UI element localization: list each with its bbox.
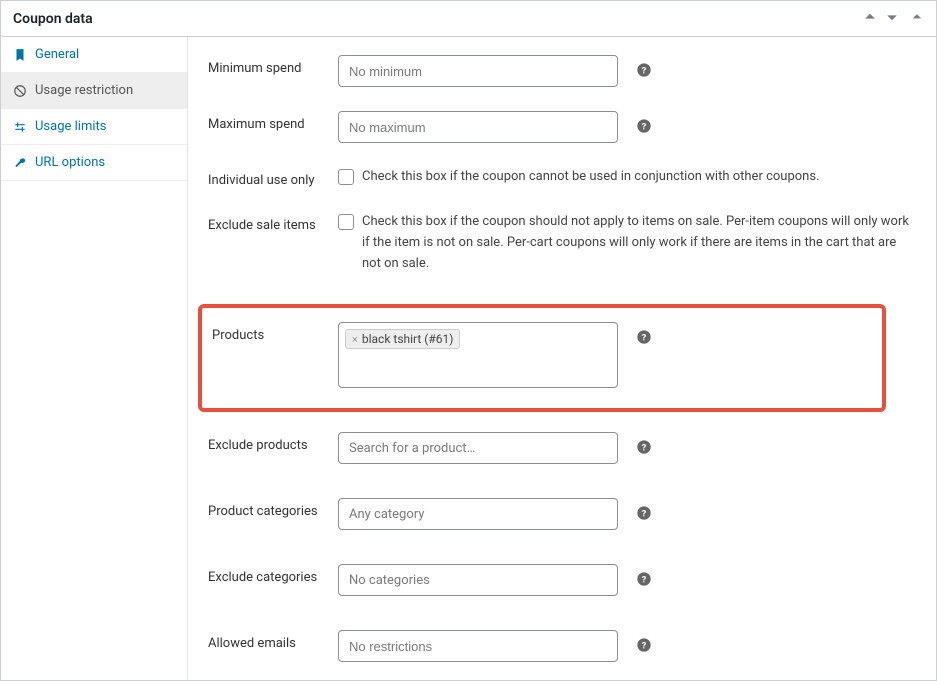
sliders-icon	[13, 120, 27, 134]
help-icon[interactable]: ?	[636, 637, 652, 653]
coupon-data-panel: Coupon data General	[0, 0, 937, 681]
bookmark-icon	[13, 48, 27, 62]
field-exclude-categories: Exclude categories No categories ?	[208, 564, 916, 596]
label-products: Products	[208, 322, 338, 343]
exclude-sale-description: Check this box if the coupon should not …	[362, 212, 916, 274]
move-up-icon[interactable]	[862, 9, 878, 29]
individual-use-description: Check this box if the coupon cannot be u…	[362, 167, 820, 188]
field-product-categories: Product categories Any category ?	[208, 498, 916, 530]
product-categories-placeholder: Any category	[349, 507, 424, 522]
sidebar-label: URL options	[35, 155, 105, 170]
label-individual-use: Individual use only	[208, 167, 338, 188]
sidebar: General Usage restriction Usage limits	[1, 37, 188, 680]
help-icon[interactable]: ?	[636, 505, 652, 521]
allowed-emails-input[interactable]	[338, 630, 618, 662]
sidebar-label: Usage restriction	[35, 83, 133, 98]
content: Minimum spend ? Maximum spend ?	[188, 37, 936, 680]
label-maximum-spend: Maximum spend	[208, 111, 338, 132]
svg-text:?: ?	[642, 641, 647, 652]
product-tag: × black tshirt (#61)	[345, 329, 460, 349]
toggle-panel-icon[interactable]	[910, 10, 924, 28]
svg-text:?: ?	[642, 65, 647, 76]
field-allowed-emails: Allowed emails ?	[208, 630, 916, 662]
panel-header: Coupon data	[1, 1, 936, 37]
maximum-spend-input[interactable]	[338, 111, 618, 143]
help-icon[interactable]: ?	[636, 439, 652, 455]
help-icon[interactable]: ?	[636, 571, 652, 587]
label-minimum-spend: Minimum spend	[208, 55, 338, 76]
label-product-categories: Product categories	[208, 498, 338, 519]
label-exclude-sale: Exclude sale items	[208, 212, 338, 233]
field-products: Products × black tshirt (#61) ?	[208, 322, 872, 388]
panel-body: General Usage restriction Usage limits	[1, 37, 936, 680]
svg-text:?: ?	[642, 509, 647, 520]
svg-text:?: ?	[642, 575, 647, 586]
exclude-categories-placeholder: No categories	[349, 573, 430, 588]
label-exclude-products: Exclude products	[208, 432, 338, 453]
svg-text:?: ?	[642, 333, 647, 344]
sidebar-item-usage-limits[interactable]: Usage limits	[1, 109, 187, 145]
sidebar-label: Usage limits	[35, 119, 106, 134]
field-maximum-spend: Maximum spend ?	[208, 111, 916, 143]
help-icon[interactable]: ?	[636, 329, 652, 345]
ban-icon	[13, 84, 27, 98]
exclude-products-input[interactable]: Search for a product…	[338, 432, 618, 464]
individual-use-checkbox[interactable]	[338, 169, 354, 185]
help-icon[interactable]: ?	[636, 118, 652, 134]
products-input[interactable]: × black tshirt (#61)	[338, 322, 618, 388]
remove-tag-icon[interactable]: ×	[352, 333, 358, 346]
svg-text:?: ?	[642, 443, 647, 454]
field-exclude-sale: Exclude sale items Check this box if the…	[208, 212, 916, 274]
help-icon[interactable]: ?	[636, 62, 652, 78]
wrench-icon	[13, 156, 27, 170]
sidebar-label: General	[35, 47, 79, 62]
field-exclude-products: Exclude products Search for a product… ?	[208, 432, 916, 464]
exclude-sale-checkbox[interactable]	[338, 214, 354, 230]
products-highlight: Products × black tshirt (#61) ?	[198, 304, 886, 412]
move-down-icon[interactable]	[884, 9, 900, 29]
label-exclude-categories: Exclude categories	[208, 564, 338, 585]
product-tag-label: black tshirt (#61)	[362, 332, 454, 346]
field-individual-use: Individual use only Check this box if th…	[208, 167, 916, 188]
sidebar-item-url-options[interactable]: URL options	[1, 145, 187, 181]
svg-text:?: ?	[642, 121, 647, 132]
exclude-categories-input[interactable]: No categories	[338, 564, 618, 596]
panel-controls	[862, 9, 924, 29]
sidebar-item-usage-restriction[interactable]: Usage restriction	[1, 73, 187, 109]
minimum-spend-input[interactable]	[338, 55, 618, 87]
product-categories-input[interactable]: Any category	[338, 498, 618, 530]
sidebar-item-general[interactable]: General	[1, 37, 187, 73]
label-allowed-emails: Allowed emails	[208, 630, 338, 651]
exclude-products-placeholder: Search for a product…	[349, 441, 475, 456]
panel-title: Coupon data	[13, 11, 93, 27]
field-minimum-spend: Minimum spend ?	[208, 55, 916, 87]
